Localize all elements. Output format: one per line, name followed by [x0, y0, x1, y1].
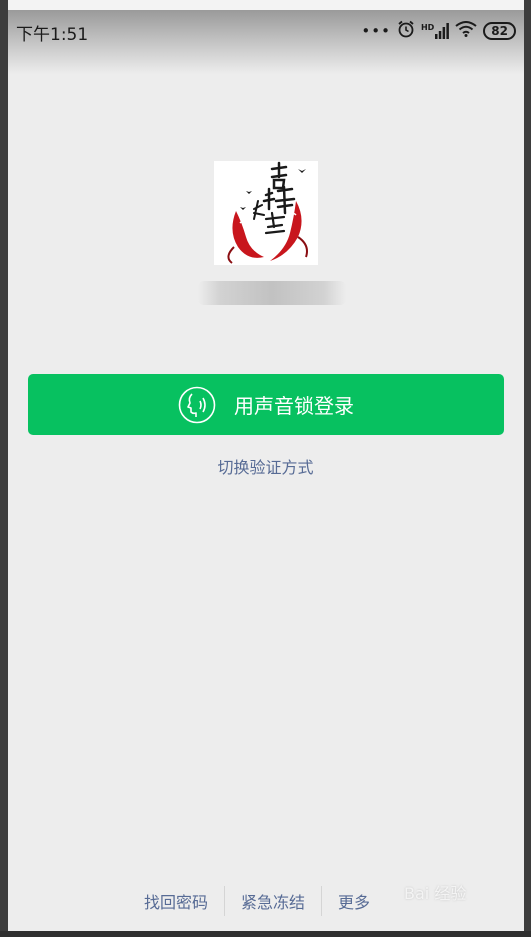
alarm-icon — [397, 20, 415, 42]
hd-label: HD — [420, 23, 435, 32]
battery-icon: 82 — [483, 22, 516, 40]
hd-signal-icon: HD — [420, 23, 450, 39]
more-dots-icon: ••• — [361, 22, 391, 40]
voice-lock-login-label: 用声音锁登录 — [234, 394, 354, 418]
switch-verification-method-link[interactable]: 切换验证方式 — [0, 454, 531, 478]
status-bar: 下午1:51 ••• HD 82 — [8, 10, 524, 74]
status-icons: ••• HD 82 — [361, 20, 516, 42]
more-link[interactable]: 更多 — [322, 889, 386, 913]
window-top-edge — [0, 0, 531, 10]
voice-lock-login-button[interactable]: 用声音锁登录 — [28, 374, 504, 435]
baidu-jingyan-watermark: Bai 经验 — [404, 884, 467, 903]
avatar[interactable] — [214, 161, 318, 265]
recover-password-link[interactable]: 找回密码 — [128, 889, 224, 913]
footer-links: 找回密码 紧急冻结 更多 — [128, 886, 386, 916]
emergency-freeze-link[interactable]: 紧急冻结 — [225, 889, 321, 913]
battery-level: 82 — [491, 24, 508, 38]
calligraphy-text-image — [253, 161, 296, 235]
status-time: 下午1:51 — [16, 25, 89, 45]
username-obscured — [198, 281, 346, 305]
wifi-icon — [455, 21, 477, 41]
window-bottom-edge — [0, 931, 531, 937]
voice-lock-icon — [178, 386, 216, 423]
